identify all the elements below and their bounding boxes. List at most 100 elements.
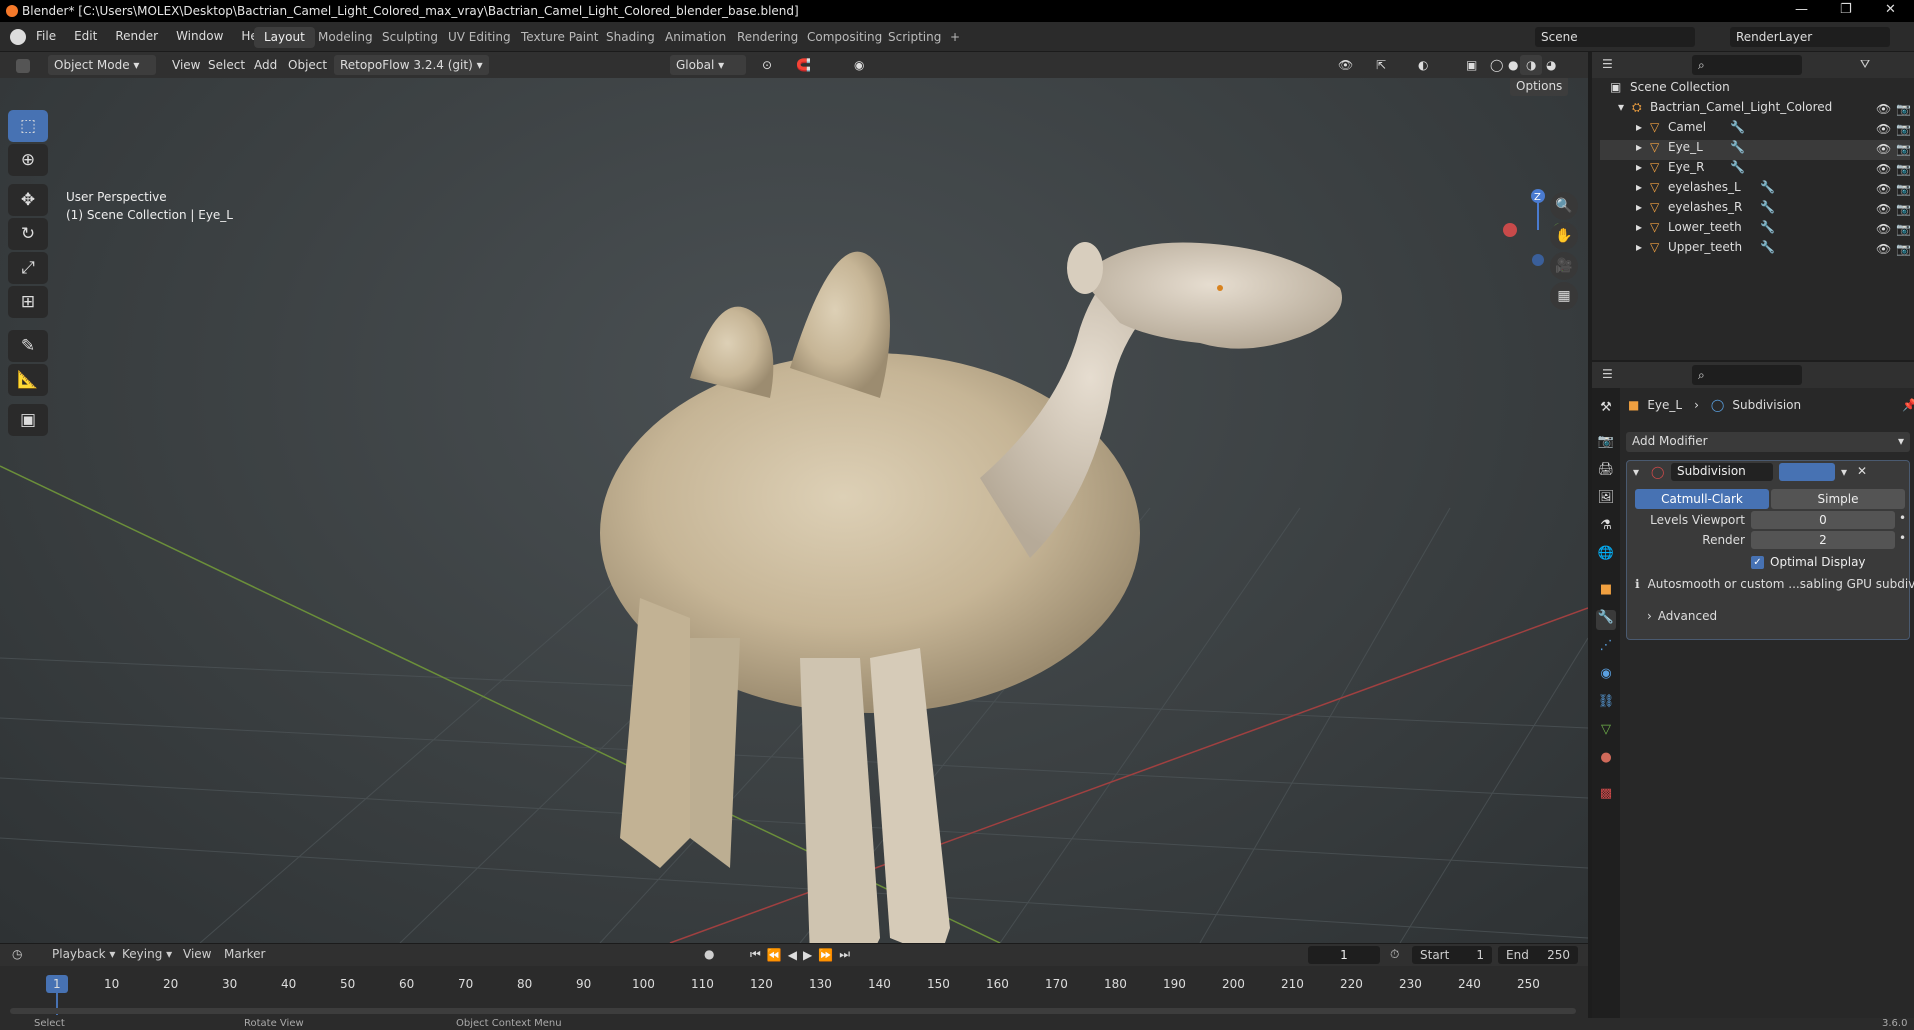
render-icon[interactable]: 📷 <box>1896 182 1911 196</box>
measure-tool[interactable]: 📐 <box>8 364 48 396</box>
tab-layout[interactable]: Layout <box>254 27 315 48</box>
render-icon[interactable]: 📷 <box>1896 142 1911 156</box>
outliner-item-lower-teeth[interactable]: ▸ ▽ Lower_teeth 🔧 👁 📷 <box>1600 220 1911 240</box>
tab-texture-paint[interactable]: Texture Paint <box>511 27 608 48</box>
3d-viewport[interactable]: Z User Perspective (1) Scene Collection … <box>0 78 1588 943</box>
render-icon[interactable]: 📷 <box>1896 242 1911 256</box>
menu-render[interactable]: Render <box>115 29 158 43</box>
eye-icon[interactable]: 👁 <box>1876 242 1891 256</box>
play-reverse-icon[interactable]: ◀ <box>788 948 803 962</box>
jump-end-icon[interactable]: ⏭ <box>839 947 856 962</box>
remove-modifier-icon[interactable]: ✕ <box>1857 464 1867 478</box>
add-cube-tool[interactable]: ▣ <box>8 404 48 436</box>
eye-icon[interactable]: 👁 <box>1876 182 1891 196</box>
annotate-tool[interactable]: ✎ <box>8 330 48 362</box>
snap-icon[interactable]: 🧲 <box>790 55 817 75</box>
collapse-modifier-icon[interactable]: ▾ <box>1633 465 1639 479</box>
scale-tool[interactable]: ⤢ <box>8 252 48 284</box>
overlay-icon[interactable]: ◐ <box>1412 55 1434 75</box>
tool-tab-icon[interactable]: ⚒ <box>1596 400 1616 420</box>
pan-icon[interactable]: ✋ <box>1550 222 1578 250</box>
view-layer-tab-icon[interactable]: 🖼 <box>1596 490 1616 510</box>
outliner-item-eyelashes-r[interactable]: ▸ ▽ eyelashes_R 🔧 👁 📷 <box>1600 200 1911 220</box>
zoom-icon[interactable]: 🔍 <box>1550 192 1578 220</box>
render-icon[interactable]: 📷 <box>1896 162 1911 176</box>
menu-file[interactable]: File <box>36 29 56 43</box>
texture-tab-icon[interactable]: ▩ <box>1596 786 1616 806</box>
outliner-item-upper-teeth[interactable]: ▸ ▽ Upper_teeth 🔧 👁 📷 <box>1600 240 1911 260</box>
rotate-tool[interactable]: ↻ <box>8 218 48 250</box>
catmull-clark-button[interactable]: Catmull-Clark <box>1635 489 1769 509</box>
add-workspace-button[interactable]: + <box>940 27 970 48</box>
mode-selector[interactable]: Object Mode ▾ <box>48 55 156 75</box>
proportional-edit-icon[interactable]: ◉ <box>848 55 870 75</box>
outliner-item-eye-r[interactable]: ▸ ▽ Eye_R 🔧 👁 📷 <box>1600 160 1911 180</box>
select-box-tool[interactable]: ⬚ <box>8 110 48 142</box>
visibility-icon[interactable]: 👁 <box>1332 55 1359 75</box>
output-tab-icon[interactable]: 🖨 <box>1596 462 1616 482</box>
current-frame-field[interactable]: 1 <box>1308 946 1380 964</box>
orientation-selector[interactable]: Global ▾ <box>670 55 746 75</box>
collapse-arrow-icon[interactable]: ▾ <box>1618 100 1624 114</box>
options-button[interactable]: Options <box>1510 78 1569 96</box>
render-icon[interactable]: 📷 <box>1896 222 1911 236</box>
eye-icon[interactable]: 👁 <box>1876 202 1891 216</box>
world-tab-icon[interactable]: 🌐 <box>1596 546 1616 566</box>
particles-tab-icon[interactable]: ⋰ <box>1596 638 1616 658</box>
tab-animation[interactable]: Animation <box>655 27 736 48</box>
tab-sculpting[interactable]: Sculpting <box>372 27 448 48</box>
jump-start-icon[interactable]: ⏮ <box>750 947 767 962</box>
camera-view-icon[interactable]: 🎥 <box>1550 252 1578 280</box>
material-tab-icon[interactable]: ● <box>1596 750 1616 770</box>
keyframe-dot-icon[interactable]: • <box>1899 511 1906 525</box>
add-menu[interactable]: Add <box>248 55 283 75</box>
scene-selector[interactable]: Scene <box>1535 27 1695 47</box>
physics-tab-icon[interactable]: ◉ <box>1596 666 1616 686</box>
render-levels-field[interactable]: 2 <box>1751 531 1895 549</box>
outliner-search-input[interactable]: ⌕ <box>1692 55 1802 75</box>
keyframe-dot-icon[interactable]: • <box>1899 531 1906 545</box>
play-icon[interactable]: ▶ <box>803 948 818 962</box>
next-keyframe-icon[interactable]: ⏩ <box>818 948 839 962</box>
scene-tab-icon[interactable]: ⚗ <box>1596 518 1616 538</box>
simple-button[interactable]: Simple <box>1771 489 1905 509</box>
cursor-tool[interactable]: ⊕ <box>8 144 48 176</box>
timeline-view-menu[interactable]: View <box>183 947 211 961</box>
view-menu[interactable]: View <box>166 55 206 75</box>
start-frame-field[interactable]: Start 1 <box>1412 946 1492 964</box>
object-tab-icon[interactable]: ■ <box>1596 582 1616 602</box>
playback-menu[interactable]: Playback ▾ <box>52 947 115 961</box>
advanced-subpanel[interactable]: › Advanced <box>1647 609 1717 623</box>
outliner-item-eye-l[interactable]: ▸ ▽ Eye_L 🔧 👁 📷 <box>1600 140 1911 160</box>
eye-icon[interactable]: 👁 <box>1876 102 1891 116</box>
eye-icon[interactable]: 👁 <box>1876 162 1891 176</box>
render-layer-selector[interactable]: RenderLayer <box>1730 27 1890 47</box>
keying-menu[interactable]: Keying ▾ <box>122 947 172 961</box>
add-modifier-button[interactable]: Add Modifier ▾ <box>1626 432 1910 452</box>
transform-tool[interactable]: ⊞ <box>8 286 48 318</box>
minimize-button[interactable]: — <box>1795 2 1808 17</box>
menu-window[interactable]: Window <box>176 29 223 43</box>
optimal-display-checkbox[interactable]: ✓ Optimal Display <box>1751 555 1866 569</box>
editor-type-button[interactable] <box>10 55 36 75</box>
outliner-item-eyelashes-l[interactable]: ▸ ▽ eyelashes_L 🔧 👁 📷 <box>1600 180 1911 200</box>
close-button[interactable]: ✕ <box>1885 2 1896 17</box>
modifier-tab-icon[interactable]: 🔧 <box>1596 610 1616 630</box>
timeline-editor-icon[interactable]: ◷ <box>12 947 22 961</box>
render-icon[interactable]: 📷 <box>1896 122 1911 136</box>
constraints-tab-icon[interactable]: ⛓ <box>1596 694 1616 714</box>
record-icon[interactable]: ● <box>704 947 714 961</box>
modifier-dropdown-icon[interactable]: ▾ <box>1841 465 1847 479</box>
filter-icon[interactable]: ⛛ <box>1860 57 1870 72</box>
tab-uv-editing[interactable]: UV Editing <box>438 27 521 48</box>
timeline-scrollbar[interactable] <box>10 1008 1576 1014</box>
retopoflow-menu[interactable]: RetopoFlow 3.2.4 (git) ▾ <box>334 55 489 75</box>
render-icon[interactable]: 📷 <box>1896 202 1911 216</box>
camel-model[interactable] <box>600 242 1342 943</box>
modifier-visibility-toggles[interactable] <box>1779 463 1835 481</box>
render-icon[interactable]: 📷 <box>1896 102 1911 116</box>
outliner-item-camel[interactable]: ▸ ▽ Camel 🔧 👁 📷 <box>1600 120 1911 140</box>
render-tab-icon[interactable]: 📷 <box>1596 434 1616 454</box>
eye-icon[interactable]: 👁 <box>1876 222 1891 236</box>
modifier-name-field[interactable]: Subdivision <box>1671 463 1773 481</box>
